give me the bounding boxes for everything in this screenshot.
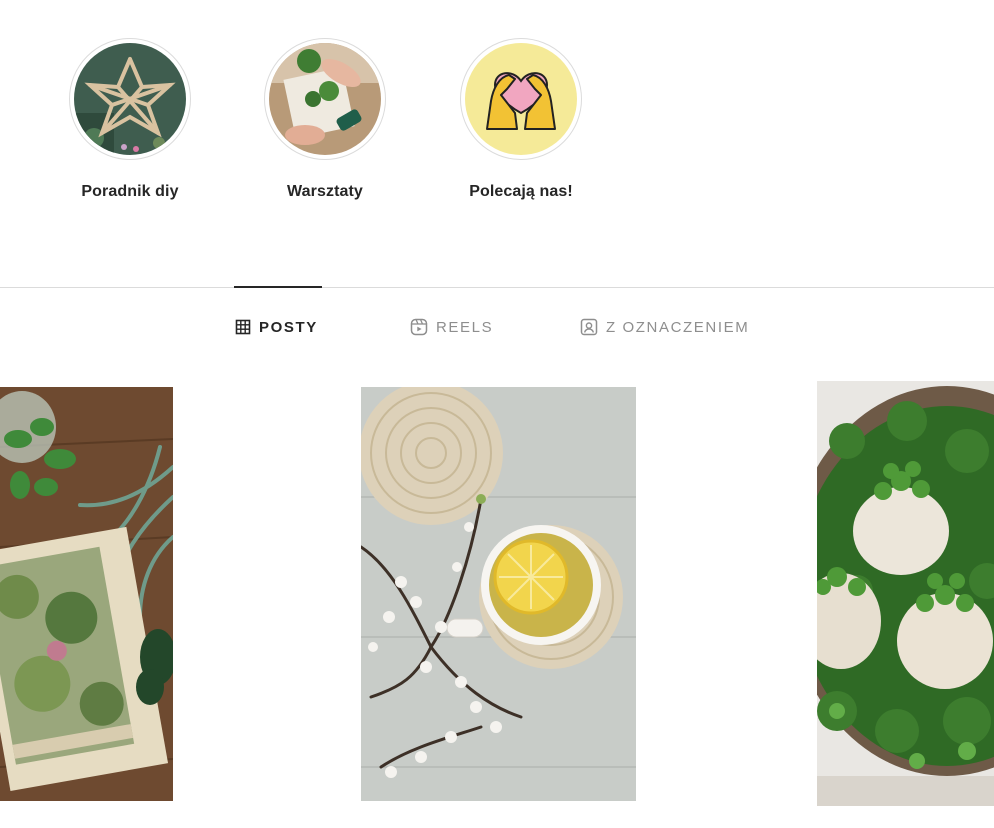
- star-craft-thumbnail: [74, 43, 186, 155]
- tabs-divider: [0, 287, 994, 288]
- highlight-label: Polecają nas!: [469, 183, 573, 200]
- grid-icon: [235, 319, 251, 335]
- highlight-poradnik-diy[interactable]: Poradnik diy: [42, 38, 218, 201]
- tagged-icon: [580, 318, 598, 336]
- lemon-tea-photo: [361, 387, 636, 801]
- highlight-ring: [264, 38, 386, 160]
- highlight-label: Warsztaty: [287, 183, 363, 200]
- tab-posts[interactable]: POSTY: [235, 316, 318, 338]
- highlight-polecaja-nas[interactable]: Polecają nas!: [433, 38, 609, 201]
- tab-tagged[interactable]: Z OZNACZENIEM: [580, 316, 749, 338]
- tab-reels[interactable]: REELS: [410, 316, 493, 338]
- active-tab-indicator: [234, 286, 322, 288]
- botanical-book-photo: [0, 387, 173, 801]
- post-thumbnail-lemon-tea[interactable]: [361, 387, 636, 801]
- highlight-ring: [460, 38, 582, 160]
- eggshell-sprouts-photo: [817, 381, 994, 806]
- highlight-ring: [69, 38, 191, 160]
- highlight-label: Poradnik diy: [81, 183, 179, 200]
- heart-hands-thumbnail: [465, 43, 577, 155]
- tab-label: Z OZNACZENIEM: [606, 318, 750, 336]
- tab-label: POSTY: [259, 318, 318, 336]
- post-thumbnail-eggshell-sprouts[interactable]: [817, 381, 994, 806]
- workshop-hands-thumbnail: [269, 43, 381, 155]
- reels-icon: [410, 318, 428, 336]
- highlight-warsztaty[interactable]: Warsztaty: [237, 38, 413, 201]
- post-thumbnail-botanical[interactable]: [0, 387, 173, 801]
- tab-label: REELS: [436, 318, 494, 336]
